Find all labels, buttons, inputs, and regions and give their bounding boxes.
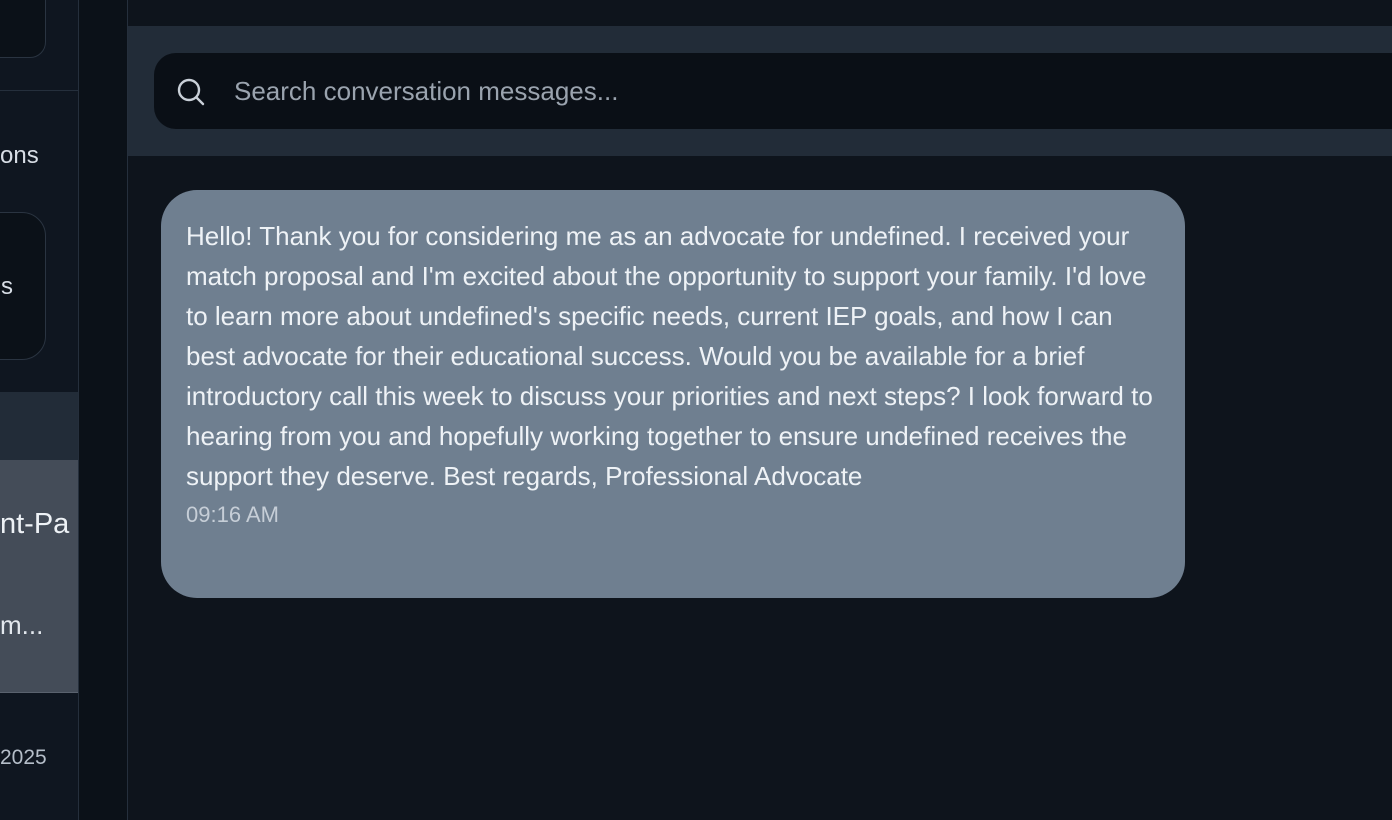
conversation-preview: m... bbox=[0, 610, 44, 640]
conversation-date: 2025 bbox=[0, 746, 47, 769]
sidebar-section-header bbox=[0, 392, 78, 460]
sidebar-gutter bbox=[79, 0, 128, 820]
message-search-bar bbox=[128, 26, 1392, 156]
message-bubble: Hello! Thank you for considering me as a… bbox=[161, 190, 1185, 598]
search-input[interactable] bbox=[234, 53, 1334, 129]
conversation-list-item-active[interactable]: nt-Pa m... bbox=[0, 460, 78, 693]
sidebar-pill-label: s bbox=[1, 273, 13, 300]
message-text: Hello! Thank you for considering me as a… bbox=[186, 221, 1153, 491]
sidebar-tab-label[interactable]: ons bbox=[0, 142, 39, 170]
message-timestamp: 09:16 AM bbox=[186, 502, 279, 527]
sidebar-top-card[interactable] bbox=[0, 0, 46, 58]
sidebar-filter-pill[interactable]: s bbox=[0, 212, 46, 360]
conversation-title: nt-Pa bbox=[0, 508, 70, 540]
search-icon bbox=[177, 78, 205, 106]
search-box[interactable] bbox=[154, 53, 1392, 129]
sidebar-divider bbox=[0, 90, 78, 91]
conversation-sidebar: ons s nt-Pa m... 2025 bbox=[0, 0, 79, 820]
app-root: ons s nt-Pa m... 2025 Hello! Thank you f… bbox=[0, 0, 1392, 820]
chat-header-strip bbox=[128, 0, 1392, 26]
chat-pane: Hello! Thank you for considering me as a… bbox=[128, 0, 1392, 820]
